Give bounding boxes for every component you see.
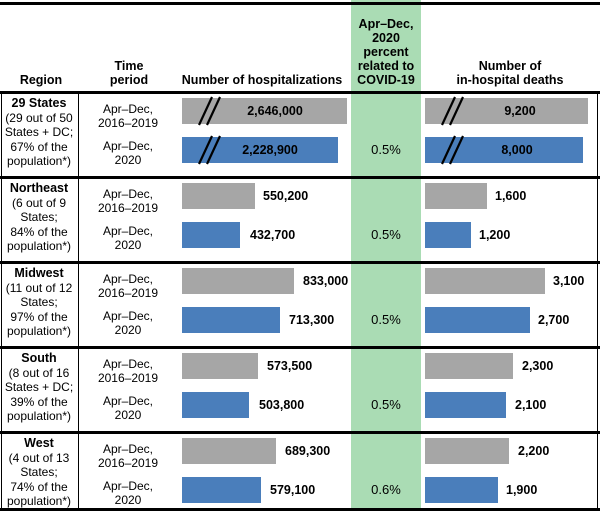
percent-covid-related: 0.5% — [371, 312, 401, 327]
region-detail: (29 out of 50 States + DC; 67% of the popul… — [4, 110, 74, 169]
region-name: West — [24, 436, 54, 450]
region-column-divider — [78, 94, 79, 508]
table-header: Region Time period Number of hospitalizat… — [0, 5, 600, 91]
bar-deaths-2020 — [425, 477, 498, 503]
row-region-label: Northeast (6 out of 9 States; 84% of the po… — [2, 181, 76, 254]
percent-covid-related: 0.5% — [371, 227, 401, 242]
row-divider-3 — [0, 346, 600, 349]
bar-deaths-2020 — [425, 307, 530, 333]
percent-covid-related: 0.5% — [371, 142, 401, 157]
time-period-2020: Apr–Dec, 2020 — [102, 224, 154, 252]
value-deaths-2020: 1,900 — [506, 483, 538, 497]
percent-covid-related: 0.6% — [371, 482, 401, 497]
time-period-baseline: Apr–Dec, 2016–2019 — [97, 272, 159, 300]
region-name: Midwest — [14, 266, 64, 280]
row-region-label: West (4 out of 13 States; 74% of the popula… — [2, 436, 76, 509]
column-header-time-period: Time period — [109, 59, 149, 87]
value-hospitalizations-baseline: 689,300 — [285, 444, 331, 458]
value-deaths-baseline: 1,600 — [495, 189, 527, 203]
table-top-rule — [0, 2, 600, 5]
value-hospitalizations-baseline: 573,500 — [267, 359, 313, 373]
bar-deaths-baseline — [425, 268, 545, 294]
row-divider-4 — [0, 431, 600, 434]
table-left-border — [1, 94, 2, 508]
value-hospitalizations-baseline: 833,000 — [303, 274, 349, 288]
bar-hospitalizations-baseline — [182, 268, 294, 294]
value-hospitalizations-2020: 503,800 — [259, 398, 305, 412]
column-header-percent-covid: Apr–Dec, 2020 percent related to COVID-19 — [357, 17, 415, 87]
value-hospitalizations-baseline: 2,646,000 — [247, 104, 303, 118]
column-header-hospitalizations: Number of hospitalizations — [181, 73, 343, 87]
time-period-baseline: Apr–Dec, 2016–2019 — [97, 187, 159, 215]
time-period-2020: Apr–Dec, 2020 — [102, 309, 154, 337]
bar-hospitalizations-baseline — [182, 438, 276, 464]
region-detail: (4 out of 13 States; 74% of the population*… — [6, 450, 72, 509]
value-deaths-baseline: 3,100 — [553, 274, 585, 288]
value-hospitalizations-2020: 713,300 — [289, 313, 335, 327]
column-header-deaths: Number of in-hospital deaths — [456, 59, 564, 87]
row-divider-1 — [0, 176, 600, 179]
time-period-baseline: Apr–Dec, 2016–2019 — [97, 357, 159, 385]
row-region-label: South (8 out of 16 States + DC; 39% of the… — [2, 351, 76, 424]
time-period-baseline: Apr–Dec, 2016–2019 — [97, 102, 159, 130]
region-name: 29 States — [11, 96, 67, 110]
row-region-label: 29 States (29 out of 50 States + DC; 67% o… — [2, 96, 76, 169]
header-bottom-rule — [0, 91, 600, 94]
bar-hospitalizations-baseline — [182, 183, 255, 209]
value-hospitalizations-2020: 2,228,900 — [242, 143, 298, 157]
value-hospitalizations-2020: 432,700 — [250, 228, 296, 242]
bar-hospitalizations-2020 — [182, 222, 240, 248]
row-divider-2 — [0, 261, 600, 264]
value-deaths-baseline: 2,200 — [518, 444, 550, 458]
value-hospitalizations-baseline: 550,200 — [263, 189, 309, 203]
time-period-2020: Apr–Dec, 2020 — [102, 479, 154, 507]
bar-hospitalizations-2020 — [182, 307, 280, 333]
value-deaths-baseline: 2,300 — [522, 359, 554, 373]
table-right-border — [597, 94, 598, 508]
region-detail: (6 out of 9 States; 84% of the population*) — [6, 195, 72, 254]
value-deaths-2020: 2,700 — [538, 313, 570, 327]
region-detail: (11 out of 12 States; 97% of the population… — [5, 280, 73, 339]
region-detail: (8 out of 16 States + DC; 39% of the popula… — [4, 365, 74, 424]
value-deaths-2020: 2,100 — [515, 398, 547, 412]
bar-deaths-baseline — [425, 438, 509, 464]
hospitalizations-deaths-comparison-chart: Region Time period Number of hospitalizat… — [0, 0, 600, 516]
value-hospitalizations-2020: 579,100 — [270, 483, 316, 497]
row-region-label: Midwest (11 out of 12 States; 97% of the po… — [2, 266, 76, 339]
region-name: Northeast — [9, 181, 69, 195]
value-deaths-2020: 8,000 — [501, 143, 533, 157]
value-deaths-2020: 1,200 — [479, 228, 511, 242]
percent-covid-related: 0.5% — [371, 397, 401, 412]
table-bottom-rule — [0, 508, 600, 511]
time-period-baseline: Apr–Dec, 2016–2019 — [97, 442, 159, 470]
bar-hospitalizations-2020 — [182, 477, 261, 503]
bar-deaths-2020 — [425, 392, 506, 418]
bar-deaths-baseline — [425, 183, 487, 209]
bar-deaths-baseline — [425, 353, 513, 379]
bar-hospitalizations-2020 — [182, 392, 249, 418]
time-period-2020: Apr–Dec, 2020 — [102, 394, 154, 422]
column-header-region: Region — [19, 73, 63, 87]
time-period-2020: Apr–Dec, 2020 — [102, 139, 154, 167]
bar-deaths-2020 — [425, 222, 471, 248]
value-deaths-baseline: 9,200 — [504, 104, 536, 118]
bar-hospitalizations-baseline — [182, 353, 258, 379]
region-name: South — [21, 351, 57, 365]
